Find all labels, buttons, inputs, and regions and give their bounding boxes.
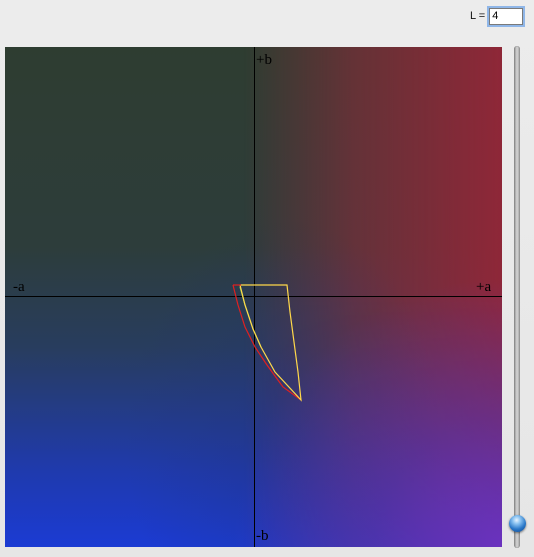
axis-label-plus-a: +a <box>476 279 492 295</box>
lab-plane-window: L = +b -b -a +a <box>0 0 534 557</box>
lightness-slider-track[interactable] <box>514 46 520 548</box>
lightness-control: L = <box>470 5 526 27</box>
lightness-slider-thumb[interactable] <box>509 515 526 533</box>
gamut-outline-yellow <box>239 284 302 402</box>
lightness-input[interactable] <box>487 5 526 27</box>
axis-label-minus-a: -a <box>13 279 25 295</box>
axis-label-minus-b: -b <box>256 528 269 544</box>
gamut-outline <box>232 284 302 402</box>
ab-color-plane[interactable]: +b -b -a +a <box>5 47 502 547</box>
axis-label-plus-b: +b <box>256 52 272 68</box>
gamut-outline-red <box>232 284 302 401</box>
lightness-label: L = <box>470 10 486 22</box>
